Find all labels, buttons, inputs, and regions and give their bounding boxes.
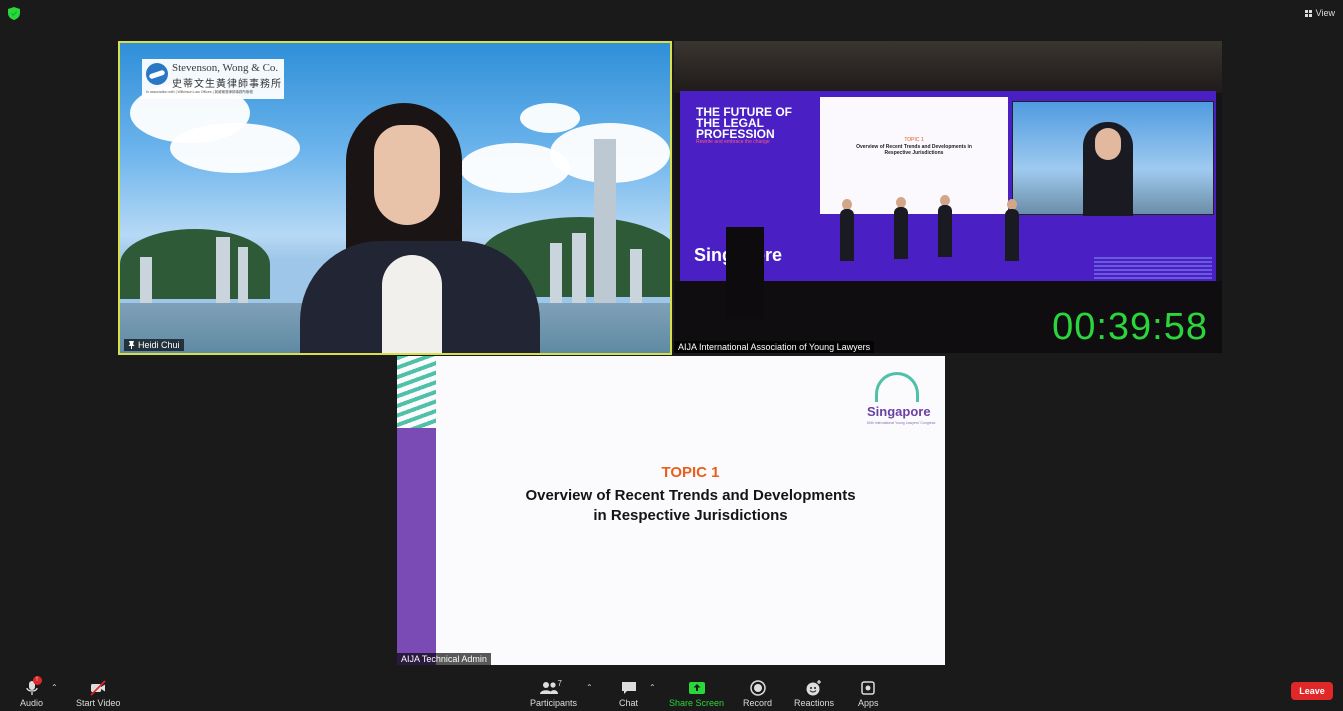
video-tile-aija[interactable]: THE FUTURE OF THE LEGAL PROFESSION Rewri…	[674, 41, 1222, 353]
video-off-icon	[89, 679, 107, 697]
reactions-smiley-icon	[805, 679, 823, 697]
record-icon	[749, 679, 767, 697]
participants-options-chevron-icon[interactable]: ⌃	[586, 683, 593, 692]
countdown-timer: 00:39:58	[1052, 306, 1208, 348]
video-tile-heidi-chui[interactable]: Stevenson, Wong & Co. 史蒂文生黃律師事務所 In asso…	[118, 41, 672, 355]
stage-slide-screen: TOPIC 1 Overview of Recent Trends and De…	[820, 97, 1008, 214]
apps-icon	[859, 679, 877, 697]
slide-wave-pattern	[397, 356, 436, 428]
view-label: View	[1315, 8, 1335, 18]
audio-button[interactable]: ! Audio	[20, 676, 43, 708]
record-button[interactable]: Record	[743, 679, 772, 708]
chat-options-chevron-icon[interactable]: ⌃	[649, 683, 656, 692]
stage-heading: THE FUTURE OF THE LEGAL PROFESSION	[696, 105, 792, 141]
singapore-congress-logo: Singapore 60th International Young Lawye…	[865, 368, 935, 430]
participant-name-tag: AIJA Technical Admin	[397, 653, 491, 665]
audio-options-chevron-icon[interactable]: ⌃	[51, 683, 58, 692]
participants-button[interactable]: 7 Participants	[530, 679, 577, 708]
stage-subheading: Rewrite and embrace the change	[696, 139, 770, 145]
grid-view-icon	[1304, 9, 1312, 17]
encryption-shield-icon[interactable]	[8, 7, 20, 20]
view-button[interactable]: View	[1304, 6, 1335, 20]
share-screen-icon	[688, 679, 706, 697]
leave-button[interactable]: Leave	[1291, 682, 1333, 700]
participant-name-tag: Heidi Chui	[124, 339, 184, 351]
firm-logo-mark	[146, 63, 168, 85]
meeting-toolbar: ! Audio ⌃ Start Video 7 Participants ⌃ C…	[0, 675, 1343, 711]
slide-title: Overview of Recent Trends and Developmen…	[525, 487, 856, 524]
apps-button[interactable]: Apps	[858, 679, 879, 708]
audio-warning-badge: !	[32, 676, 42, 685]
pin-icon	[128, 341, 135, 349]
reactions-button[interactable]: Reactions	[794, 679, 834, 708]
slide-topic: TOPIC 1	[661, 464, 720, 481]
microphone-icon: !	[23, 676, 42, 697]
stage-video-screen	[1012, 101, 1214, 216]
share-screen-button[interactable]: Share Screen	[669, 679, 724, 708]
zoom-meeting-window: View Stevenson, Wong & Co. 史蒂文生黃律師事務所 In…	[0, 0, 1343, 711]
participant-name-tag: AIJA International Association of Young …	[674, 341, 875, 353]
podium	[726, 227, 764, 319]
start-video-button[interactable]: Start Video	[76, 679, 120, 708]
participants-icon: 7	[539, 679, 569, 697]
participants-count: 7	[557, 679, 562, 688]
firm-logo: Stevenson, Wong & Co. 史蒂文生黃律師事務所 In asso…	[142, 59, 284, 99]
video-tile-aija-technical-admin[interactable]: Singapore 60th International Young Lawye…	[397, 356, 945, 665]
chat-button[interactable]: Chat	[619, 679, 638, 708]
chat-icon	[620, 679, 638, 697]
